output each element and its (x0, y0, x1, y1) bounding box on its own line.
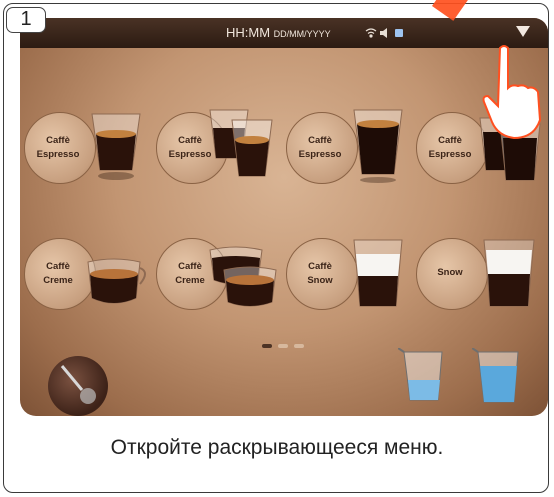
page-indicator (262, 335, 310, 353)
creme-cup-icon (87, 258, 146, 304)
volume-icon (380, 28, 387, 38)
drink-name-line2: Creme (175, 275, 205, 286)
step-number-badge: 1 (6, 7, 46, 33)
instruction-caption: Откройте раскрывающееся меню. (110, 436, 444, 459)
drink-name-line1: Caffè (178, 135, 202, 146)
drink-name-line1: Snow (437, 267, 463, 278)
espresso-cup-icon (353, 109, 403, 183)
drink-name-line1: Caffè (46, 135, 70, 146)
time-value: HH:MM (226, 25, 271, 40)
steam-wand-icon (60, 365, 96, 404)
dropdown-menu-chevron-down-icon[interactable] (516, 26, 530, 37)
drink-name-line1: Caffè (308, 261, 332, 272)
drink-name-line1: Caffè (178, 261, 202, 272)
machine-display: HH:MM DD/MM/YYYY Caffè Espresso Caffè Espr… (20, 18, 548, 416)
double-espresso-cup-icon (209, 109, 273, 177)
milk-jug-icon-1[interactable] (398, 348, 456, 408)
drink-caffe-creme-2[interactable]: Caffè Creme (156, 230, 277, 320)
pointing-hand-icon (482, 45, 542, 140)
drink-caffe-snow[interactable]: Caffè Snow (286, 230, 406, 320)
date-value: DD/MM/YYYY (273, 29, 331, 39)
drink-caffe-creme-1[interactable]: Caffè Creme (24, 230, 146, 320)
page-dot-1[interactable] (262, 344, 272, 348)
drink-name-line1: Caffè (438, 135, 462, 146)
espresso-cup-icon (91, 113, 141, 180)
drink-name-line2: Espresso (36, 149, 80, 160)
drink-name-line1: Caffè (308, 135, 332, 146)
snow-glass-icon (483, 239, 535, 307)
double-creme-cup-icon (209, 246, 277, 307)
drink-name-line2: Espresso (298, 149, 342, 160)
drink-name-line2: Espresso (428, 149, 472, 160)
drink-caffe-espresso-2[interactable]: Caffè Espresso (156, 104, 276, 194)
drink-name-line2: Snow (307, 275, 333, 286)
drink-name-line2: Espresso (168, 149, 212, 160)
milk-jug-icon-2[interactable] (472, 348, 532, 410)
page-dot-3[interactable] (294, 344, 304, 348)
drink-caffe-espresso-1[interactable]: Caffè Espresso (24, 104, 144, 194)
drink-snow[interactable]: Snow (416, 230, 536, 320)
clock: HH:MM DD/MM/YYYY (226, 25, 331, 40)
status-bar: HH:MM DD/MM/YYYY (20, 18, 548, 48)
drink-name-line2: Creme (43, 275, 73, 286)
status-icons (365, 27, 407, 42)
drink-name-line1: Caffè (46, 261, 70, 272)
drink-caffe-espresso-3[interactable]: Caffè Espresso (286, 104, 406, 194)
user-icon (395, 29, 403, 37)
wifi-icon (365, 28, 377, 38)
steam-wand-button[interactable] (48, 356, 108, 416)
page-dot-2[interactable] (278, 344, 288, 348)
snow-glass-icon (353, 239, 403, 307)
